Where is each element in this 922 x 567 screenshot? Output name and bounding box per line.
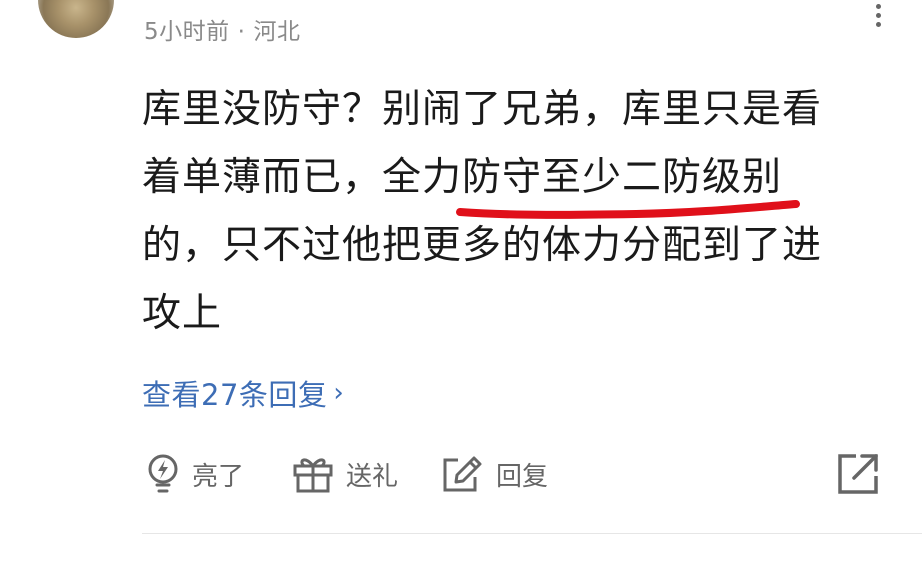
location: 河北	[253, 19, 301, 45]
gift-icon	[292, 454, 334, 494]
gift-button[interactable]: 送礼	[292, 446, 398, 502]
comment-line: 攻上	[142, 291, 223, 336]
gift-label: 送礼	[346, 461, 399, 492]
view-replies-link[interactable]: 查看27条回复 ›	[142, 372, 344, 414]
avatar[interactable]	[38, 0, 114, 38]
reply-label: 回复	[496, 461, 549, 492]
comment-line: 库里没防守？别闹了兄弟，库里只是看	[142, 87, 823, 132]
red-underline-annotation	[456, 200, 800, 219]
edit-icon	[440, 454, 484, 494]
share-button[interactable]	[836, 446, 882, 502]
comment-actions: 亮了 送礼 回复	[142, 446, 902, 502]
divider	[142, 533, 922, 534]
like-button[interactable]: 亮了	[146, 446, 244, 502]
chevron-right-icon: ›	[333, 378, 345, 408]
lightning-bulb-icon	[146, 454, 180, 494]
reply-button[interactable]: 回复	[440, 446, 548, 502]
time-ago: 5小时前	[144, 19, 230, 45]
like-label: 亮了	[192, 461, 245, 492]
comment-meta: 5小时前 · 河北	[144, 12, 300, 46]
meta-separator: ·	[237, 19, 246, 45]
share-icon	[836, 452, 882, 496]
more-options-icon[interactable]	[872, 4, 884, 27]
view-replies-label: 查看27条回复	[142, 378, 328, 412]
